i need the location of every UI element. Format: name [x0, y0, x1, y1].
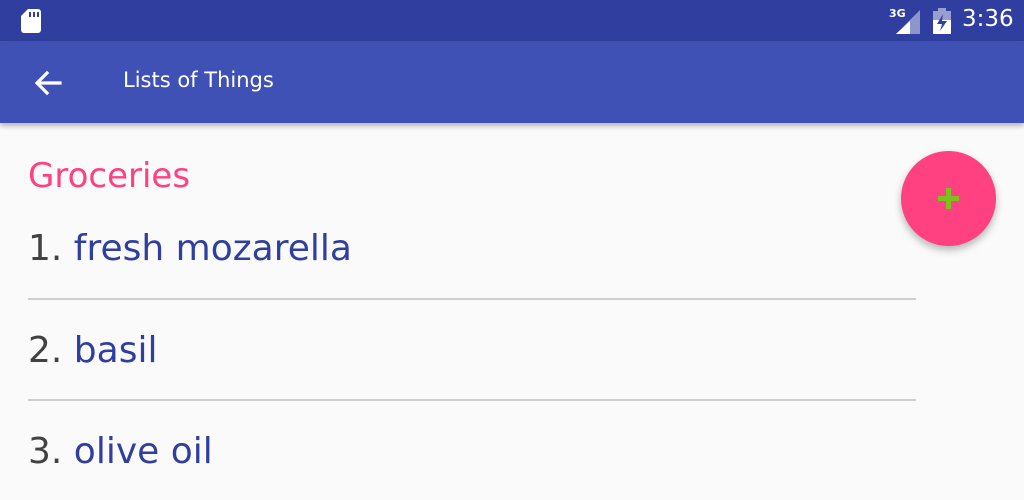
arrow-back-icon — [34, 70, 62, 96]
item-number: 3. — [28, 431, 74, 472]
battery-icon — [933, 8, 951, 34]
app-toolbar: Lists of Things — [0, 41, 1024, 123]
signal-icon — [896, 10, 920, 34]
add-item-fab-button[interactable] — [901, 151, 996, 246]
item-text: olive oil — [73, 431, 213, 472]
list-item[interactable]: 1. fresh mozarella — [28, 228, 916, 269]
list-item[interactable]: 2. basil — [28, 330, 916, 371]
item-number: 1. — [28, 228, 74, 269]
item-text: fresh mozarella — [73, 228, 352, 269]
list-title: Groceries — [28, 156, 191, 196]
divider — [28, 399, 916, 401]
status-clock: 3:36 — [962, 6, 1014, 32]
item-number: 2. — [28, 330, 74, 371]
divider — [28, 298, 916, 300]
sd-card-icon — [21, 9, 41, 33]
item-text: basil — [73, 330, 158, 371]
list-item[interactable]: 3. olive oil — [28, 431, 916, 472]
plus-icon — [938, 188, 959, 209]
toolbar-title: Lists of Things — [123, 68, 274, 92]
status-bar: 3G 3:36 — [0, 0, 1024, 41]
back-button[interactable] — [26, 61, 70, 105]
